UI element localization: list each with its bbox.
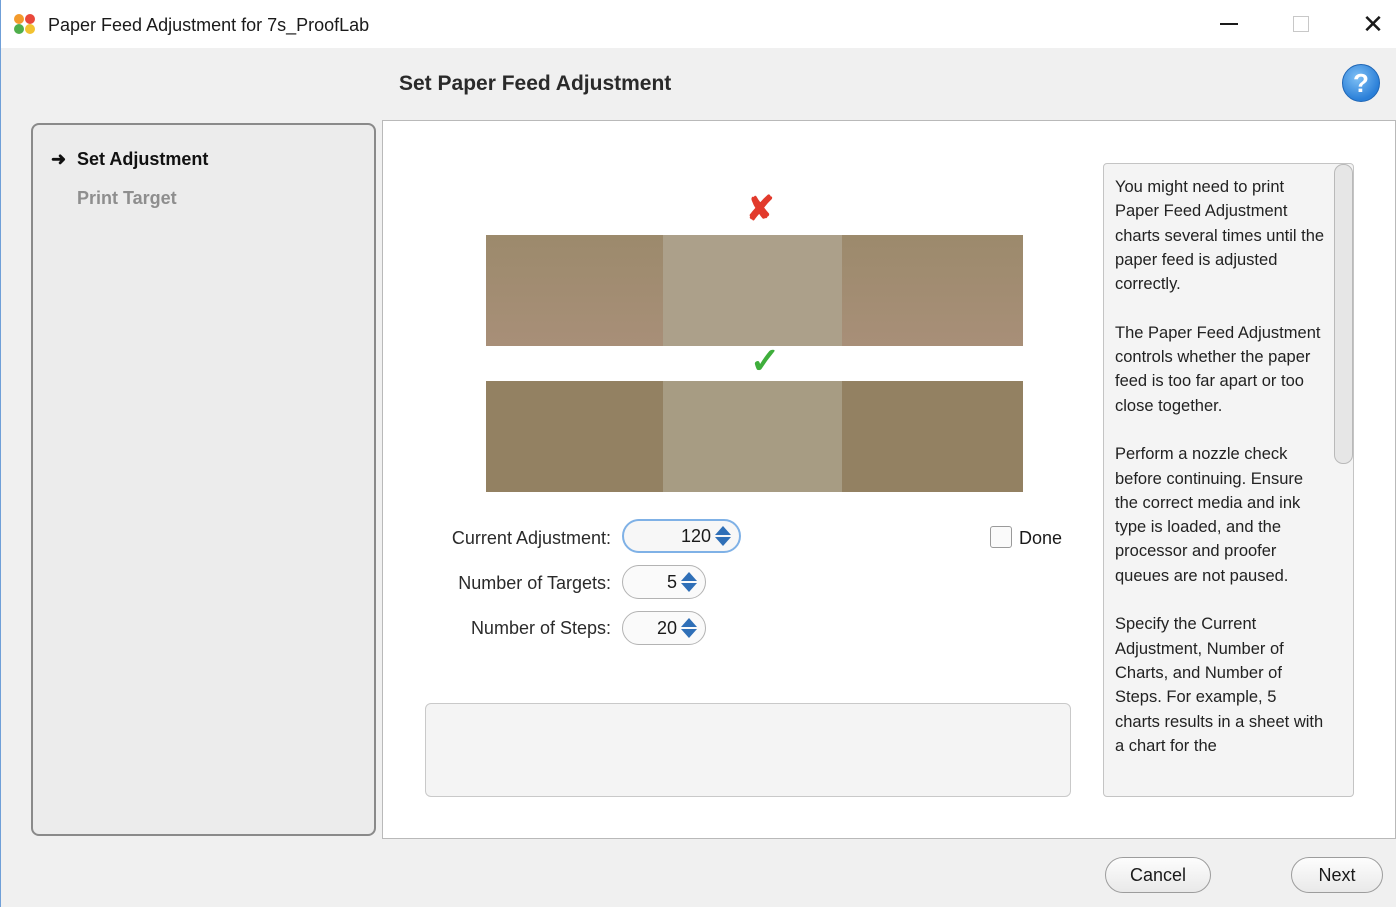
help-scrollbar-thumb[interactable] — [1334, 164, 1353, 464]
number-of-targets-label: Number of Targets: — [458, 573, 611, 593]
correct-feed-sample — [486, 381, 1023, 492]
minimize-icon — [1220, 23, 1238, 25]
current-adjustment-label: Current Adjustment: — [451, 528, 611, 548]
status-message-box — [425, 703, 1071, 797]
title-bar: Paper Feed Adjustment for 7s_ProofLab ✕ — [1, 0, 1396, 48]
done-label[interactable]: Done — [1019, 528, 1062, 549]
number-of-steps-spinner[interactable]: 20 — [622, 611, 706, 645]
next-button[interactable]: Next — [1291, 857, 1383, 893]
current-step-arrow-icon: ➜ — [51, 149, 67, 169]
wizard-steps-sidebar: ➜ Set Adjustment Print Target — [31, 123, 376, 836]
spinner-arrows-icon[interactable] — [715, 524, 731, 548]
page-title: Set Paper Feed Adjustment — [399, 72, 672, 95]
incorrect-x-icon: ✘ — [746, 190, 775, 228]
help-text: You might need to print Paper Feed Adjus… — [1115, 175, 1325, 782]
current-adjustment-spinner[interactable]: 120 — [622, 519, 741, 553]
help-paragraph: Perform a nozzle check before continuing… — [1115, 445, 1304, 585]
minimize-button[interactable] — [1193, 0, 1265, 48]
close-button[interactable]: ✕ — [1337, 0, 1396, 48]
spinner-arrows-icon[interactable] — [681, 570, 697, 594]
number-of-steps-label: Number of Steps: — [470, 618, 611, 638]
number-of-targets-value[interactable]: 5 — [667, 572, 677, 593]
dialog-window: Paper Feed Adjustment for 7s_ProofLab ✕ … — [0, 0, 1396, 907]
help-paragraph: The Paper Feed Adjustment controls wheth… — [1115, 323, 1321, 415]
help-text-panel: You might need to print Paper Feed Adjus… — [1103, 163, 1354, 797]
current-adjustment-value[interactable]: 120 — [681, 526, 711, 547]
window-title: Paper Feed Adjustment for 7s_ProofLab — [48, 15, 370, 35]
maximize-button[interactable] — [1265, 0, 1337, 48]
done-checkbox[interactable] — [990, 526, 1012, 548]
spinner-arrows-icon[interactable] — [681, 616, 697, 640]
help-icon[interactable]: ? — [1342, 64, 1380, 102]
incorrect-feed-sample — [486, 235, 1023, 346]
app-icon — [14, 14, 36, 34]
step-set-adjustment[interactable]: Set Adjustment — [77, 149, 208, 170]
cancel-button[interactable]: Cancel — [1105, 857, 1211, 893]
correct-check-icon: ✓ — [750, 340, 781, 381]
number-of-targets-spinner[interactable]: 5 — [622, 565, 706, 599]
close-icon: ✕ — [1362, 9, 1384, 39]
maximize-icon — [1293, 16, 1309, 32]
help-paragraph: Specify the Current Adjustment, Number o… — [1115, 615, 1324, 755]
step-print-target[interactable]: Print Target — [77, 188, 177, 209]
help-paragraph: You might need to print Paper Feed Adjus… — [1115, 178, 1325, 294]
number-of-steps-value[interactable]: 20 — [657, 618, 677, 639]
